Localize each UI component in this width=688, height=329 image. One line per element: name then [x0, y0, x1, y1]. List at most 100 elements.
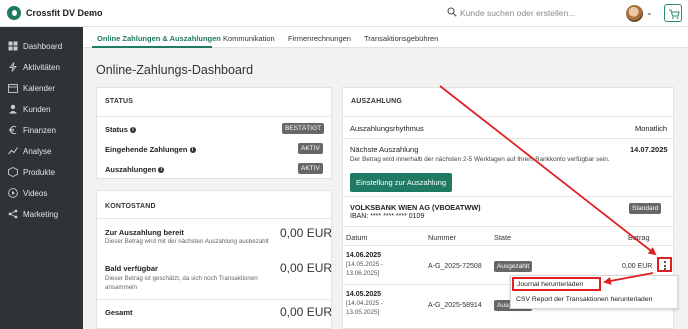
- search-icon[interactable]: [447, 7, 457, 17]
- sidebar-item-label: Finanzen: [23, 126, 56, 135]
- download-csv-report-menu-item[interactable]: CSV Report der Transaktionen herunterlad…: [516, 296, 652, 303]
- cart-button[interactable]: [664, 4, 682, 22]
- user-icon: [9, 104, 17, 114]
- info-icon[interactable]: i: [189, 147, 196, 153]
- page-title: Online-Zahlungs-Dashboard: [96, 63, 254, 77]
- payout-settings-button[interactable]: Einstellung zur Auszahlung: [350, 173, 453, 192]
- divider: [343, 226, 675, 227]
- payout-rhythm-value: Monatlich: [635, 124, 668, 133]
- next-payout-label: Nächste Auszahlung: [350, 145, 419, 154]
- ready-label: Zur Auszahlung bereit: [105, 228, 184, 237]
- sidebar-item-dashboard[interactable]: Dashboard: [0, 38, 83, 56]
- sidebar-item-label: Aktivitäten: [23, 63, 60, 72]
- status-card-title: STATUS: [105, 98, 134, 105]
- kebab-dot-icon: [664, 261, 666, 263]
- grid-icon: [8, 41, 18, 51]
- sidebar-item-analyse[interactable]: Analyse: [0, 143, 83, 161]
- payouts-badge: AKTIV: [298, 163, 323, 174]
- tab-bar: Online Zahlungen & Auszahlungen Kommunik…: [83, 27, 688, 48]
- euro-icon: [9, 125, 17, 135]
- status-card: STATUS Status i BESTÄTIGT Eingehende Zahl…: [96, 87, 333, 179]
- activity-icon: [9, 62, 17, 72]
- avatar[interactable]: [626, 5, 643, 22]
- cart-icon: [669, 9, 680, 19]
- row-actions-menu-button[interactable]: [657, 257, 672, 272]
- divider: [343, 116, 675, 117]
- soon-label: Bald verfügbar: [105, 264, 158, 273]
- tab-transaktionsgebuehren[interactable]: Transaktionsgebühren: [364, 34, 438, 43]
- payout-period: [14.04.2025 -13.05.2025]: [346, 300, 384, 316]
- sidebar-item-label: Analyse: [23, 147, 52, 156]
- active-tab-indicator: [92, 46, 212, 48]
- sidebar-item-label: Kunden: [23, 105, 51, 114]
- tab-online-zahlungen[interactable]: Online Zahlungen & Auszahlungen: [97, 34, 221, 43]
- search-input[interactable]: Kunde suchen oder erstellen...: [460, 8, 575, 18]
- sidebar-item-label: Produkte: [23, 168, 56, 177]
- balance-card: KONTOSTAND Zur Auszahlung bereit Dieser …: [96, 190, 333, 329]
- soon-description-cont: ansammeln: [105, 284, 137, 291]
- share-icon: [8, 209, 18, 219]
- tab-kommunikation[interactable]: Kommunikation: [223, 34, 275, 43]
- download-journal-menu-item[interactable]: Journal herunterladen: [512, 277, 601, 291]
- chevron-down-icon[interactable]: ⌄: [88, 7, 96, 18]
- kebab-dot-icon: [664, 264, 666, 267]
- row-actions-dropdown: Journal herunterladen CSV Report der Tra…: [510, 275, 678, 309]
- app-logo-icon[interactable]: [7, 6, 21, 20]
- box-icon: [8, 167, 18, 177]
- sidebar-item-marketing[interactable]: Marketing: [0, 206, 83, 224]
- payout-number: A-G_2025-58914: [428, 302, 482, 309]
- column-header-number[interactable]: Nummer: [428, 233, 456, 242]
- status-badge: BESTÄTIGT: [282, 123, 325, 134]
- incoming-payments-badge: AKTIV: [298, 143, 323, 154]
- payout-rhythm-label: Auszahlungsrhythmus: [350, 124, 424, 133]
- sidebar-item-videos[interactable]: Videos: [0, 185, 83, 203]
- sidebar-item-finanzen[interactable]: Finanzen: [0, 122, 83, 140]
- bank-iban: IBAN: **** **** **** 0109: [350, 213, 425, 220]
- divider: [343, 138, 675, 139]
- default-bank-badge: Standard: [629, 203, 662, 214]
- total-label: Gesamt: [105, 308, 133, 317]
- top-bar: Crossfit DV Demo ⌄ Kunde suchen oder ers…: [0, 0, 688, 27]
- column-header-amount[interactable]: Betrag: [628, 233, 650, 242]
- sidebar-item-label: Dashboard: [23, 42, 63, 51]
- divider: [97, 299, 333, 300]
- column-header-date[interactable]: Datum: [346, 233, 368, 242]
- soon-amount: 0,00 EUR: [280, 261, 333, 275]
- calendar-icon: [8, 84, 18, 93]
- next-payout-description: Der Betrag wird innerhalb der nächsten 2…: [350, 156, 610, 163]
- sidebar-item-aktivitaeten[interactable]: Aktivitäten: [0, 59, 83, 77]
- play-icon: [8, 188, 18, 198]
- payout-state-badge: Ausgezahlt: [494, 261, 533, 272]
- payout-date: 14.05.2025: [346, 291, 382, 298]
- info-icon[interactable]: i: [158, 167, 165, 173]
- divider: [343, 245, 675, 246]
- sidebar-item-label: Marketing: [23, 210, 59, 219]
- sidebar-item-produkte[interactable]: Produkte: [0, 164, 83, 182]
- chevron-down-icon[interactable]: ⌄: [646, 8, 653, 17]
- payouts-label: Auszahlungen i: [105, 165, 165, 174]
- sidebar-item-label: Videos: [23, 189, 48, 198]
- info-icon[interactable]: i: [129, 127, 136, 133]
- chart-icon: [8, 147, 18, 155]
- sidebar: Dashboard Aktivitäten Kalender Kunden Fi…: [0, 27, 83, 329]
- payout-number: A-G_2025-72508: [428, 263, 482, 270]
- sidebar-item-kunden[interactable]: Kunden: [0, 101, 83, 119]
- soon-description: Dieser Betrag ist geschätzt, da sich noc…: [105, 275, 258, 282]
- divider: [343, 196, 675, 197]
- column-header-state[interactable]: State: [494, 233, 511, 242]
- ready-description: Dieser Betrag wird mit der nächsten Ausz…: [105, 238, 269, 245]
- payout-card-title: AUSZAHLUNG: [351, 98, 402, 105]
- incoming-payments-label: Eingehende Zahlungen i: [105, 145, 196, 154]
- tab-firmenrechnungen[interactable]: Firmenrechnungen: [288, 34, 351, 43]
- bank-name: VOLKSBANK WIEN AG (VBOEATWW): [350, 203, 481, 212]
- payout-period: [14.05.2025 -13.06.2025]: [346, 261, 384, 277]
- sidebar-item-label: Kalender: [23, 84, 56, 93]
- payout-amount: 0,00 EUR: [622, 263, 653, 270]
- ready-amount: 0,00 EUR: [280, 226, 333, 240]
- status-label: Status i: [105, 125, 136, 134]
- kebab-dot-icon: [664, 268, 666, 270]
- divider: [97, 218, 333, 219]
- sidebar-item-kalender[interactable]: Kalender: [0, 80, 83, 98]
- next-payout-date: 14.07.2025: [630, 145, 668, 154]
- balance-card-title: KONTOSTAND: [105, 203, 156, 210]
